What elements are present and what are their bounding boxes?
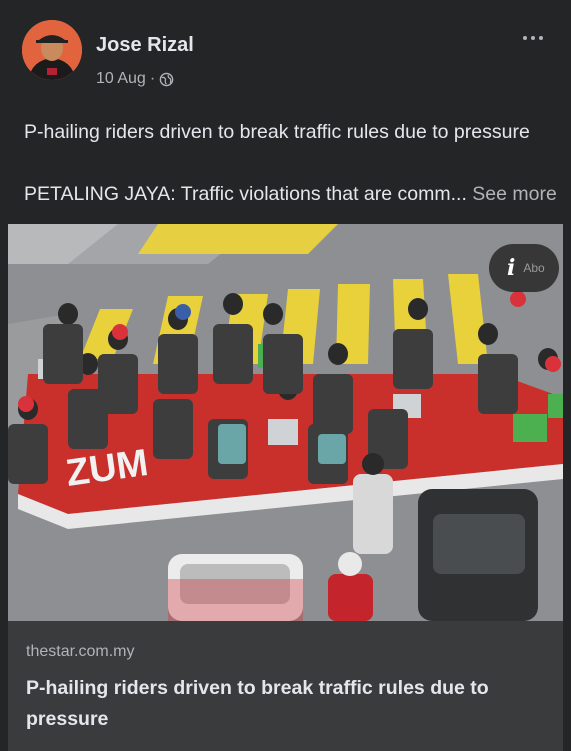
avatar[interactable] [22, 20, 82, 80]
more-dot [531, 36, 535, 40]
post-header: Jose Rizal 10 Aug · [14, 20, 559, 100]
see-more-link[interactable]: See more [472, 183, 557, 205]
excerpt-text: PETALING JAYA: Traffic violations that a… [24, 183, 467, 205]
more-horizontal-icon [523, 36, 527, 40]
post-date[interactable]: 10 Aug [96, 70, 146, 88]
link-preview[interactable]: thestar.com.my P-hailing riders driven t… [8, 621, 563, 751]
info-icon: i [507, 255, 516, 281]
post-text-headline: P-hailing riders driven to break traffic… [24, 121, 530, 143]
info-button[interactable]: i Abo [489, 244, 559, 292]
post-meta: 10 Aug · [96, 70, 174, 88]
meta-separator: · [149, 70, 156, 87]
more-options-button[interactable] [513, 24, 553, 52]
post-photo[interactable]: ZUM i Abo [8, 224, 563, 621]
author-name[interactable]: Jose Rizal [96, 34, 194, 57]
more-dot [539, 36, 543, 40]
post-text-excerpt: PETALING JAYA: Traffic violations that a… [24, 183, 557, 206]
link-domain: thestar.com.my [26, 643, 135, 660]
traffic-scene-image: ZUM [8, 224, 563, 621]
feed-post: Jose Rizal 10 Aug · P-hailing riders dri… [0, 0, 571, 751]
info-label: Abo [523, 261, 545, 275]
globe-icon[interactable] [159, 72, 174, 87]
avatar-image [22, 20, 82, 80]
link-title[interactable]: P-hailing riders driven to break traffic… [26, 673, 526, 735]
